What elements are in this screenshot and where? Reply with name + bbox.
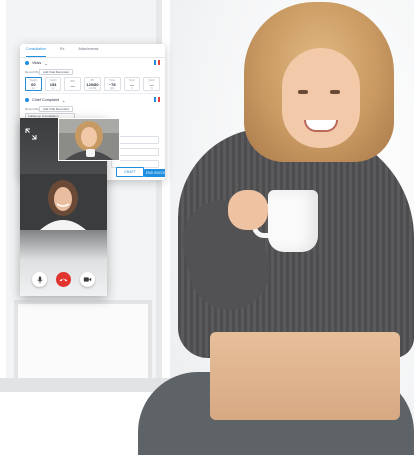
edit-icon[interactable] — [154, 60, 156, 65]
self-video-feed — [59, 119, 119, 160]
woman-face — [282, 48, 360, 148]
vital-unit: cm — [51, 86, 55, 90]
record-by-label: Record By — [25, 106, 40, 111]
window-pane — [14, 300, 152, 388]
tab-rx[interactable]: Rx — [60, 47, 64, 57]
doctor-video-image — [20, 174, 107, 230]
edit-icon[interactable] — [154, 97, 156, 102]
self-video-thumbnail[interactable] — [58, 118, 120, 161]
section-dot-icon — [25, 61, 29, 65]
video-camera-icon — [83, 277, 92, 282]
call-controls — [20, 272, 107, 287]
vitals-section-header[interactable]: Vitals ⌄ — [20, 58, 165, 68]
hang-up-icon — [59, 278, 68, 282]
chevron-down-icon: ⌄ — [44, 60, 48, 66]
complaint-section-header[interactable]: Chief Complaint ⌄ — [20, 95, 165, 105]
vitals-grid: Weight 60 kg Height 153 cm BMI — BP 120/… — [20, 75, 165, 92]
woman-eye-right — [330, 90, 340, 94]
coffee-mug — [268, 190, 318, 252]
vital-temp[interactable]: Temp — F — [123, 77, 141, 91]
delete-icon[interactable] — [158, 97, 160, 102]
vital-unit: mmHg — [88, 86, 97, 90]
vital-unit: kg — [32, 86, 35, 90]
vitals-record-row: Record By Add Vital Recorded — [20, 68, 165, 75]
draft-button[interactable]: DRAFT — [116, 167, 144, 177]
vital-unit: bpm — [109, 86, 115, 90]
tab-attachments[interactable]: Attachments — [78, 47, 98, 57]
remote-video-feed — [20, 174, 107, 230]
vital-value: — — [70, 83, 75, 88]
tab-consultation[interactable]: Consultation — [26, 47, 46, 57]
microphone-icon — [36, 276, 43, 283]
video-call-panel — [20, 118, 120, 296]
form-tabs: Consultation Rx Attachments — [20, 44, 165, 58]
end-encounter-button[interactable]: END ENCOUNTER — [144, 169, 165, 177]
vital-pulse[interactable]: Pulse ~78 bpm — [103, 77, 121, 91]
vital-unit: % — [150, 86, 153, 90]
complaint-record-row: Record By Add Vital Recorded — [20, 105, 165, 112]
camera-button[interactable] — [80, 272, 95, 287]
laptop — [210, 332, 400, 420]
vitals-section-title: Vitals — [32, 61, 42, 65]
woman-hand — [228, 190, 268, 230]
add-vital-button[interactable]: Add Vital Recorded — [39, 68, 73, 75]
section-actions — [154, 97, 160, 102]
vital-bmi[interactable]: BMI — — [64, 77, 82, 91]
vital-height[interactable]: Height 153 cm — [44, 77, 62, 91]
section-dot-icon — [25, 98, 29, 102]
complaint-section-title: Chief Complaint — [32, 98, 60, 102]
hang-up-button[interactable] — [56, 272, 71, 287]
delete-icon[interactable] — [158, 60, 160, 65]
mute-button[interactable] — [32, 272, 47, 287]
section-divider — [25, 93, 160, 94]
expand-icon[interactable] — [25, 128, 37, 140]
record-by-label: Record By — [25, 69, 40, 74]
woman-eye-left — [298, 90, 308, 94]
vital-unit: F — [131, 86, 133, 90]
chevron-down-icon: ⌄ — [62, 97, 66, 103]
add-complaint-button[interactable]: Add Vital Recorded — [39, 105, 73, 112]
section-actions — [154, 60, 160, 65]
vital-bp[interactable]: BP 120/80 mmHg — [84, 77, 101, 91]
vital-spo2[interactable]: SpO2 — % — [143, 77, 161, 91]
vital-weight[interactable]: Weight 60 kg — [25, 77, 42, 91]
